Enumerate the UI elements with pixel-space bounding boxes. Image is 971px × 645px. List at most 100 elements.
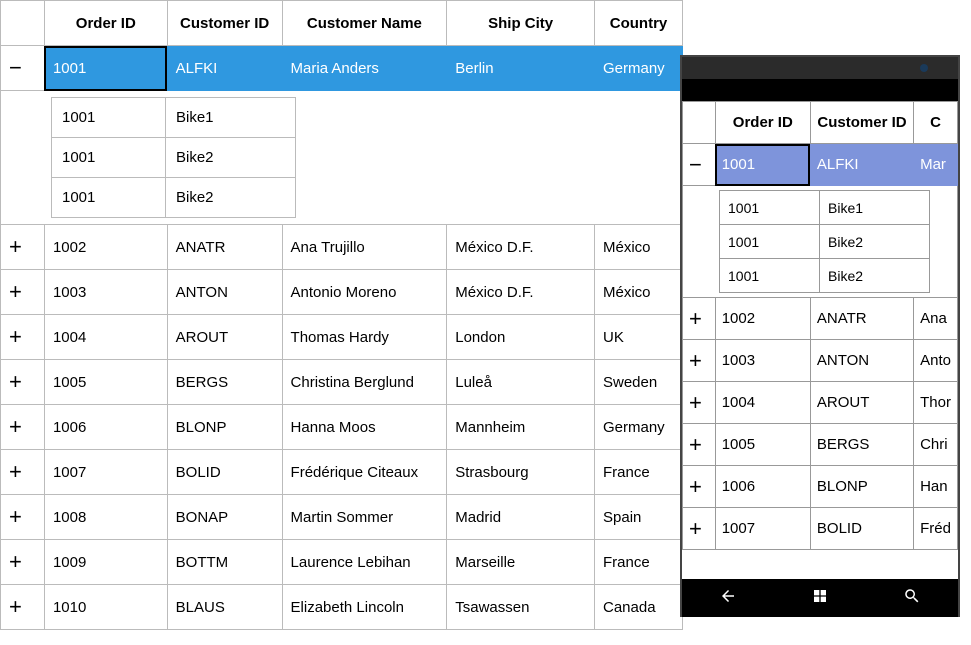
cell-customer-id[interactable]: ALFKI <box>167 46 282 91</box>
cell-ship-city[interactable]: Berlin <box>447 46 595 91</box>
cell-customer-name[interactable]: Antonio Moreno <box>282 270 447 315</box>
cell-order-id[interactable]: 1006 <box>715 466 810 508</box>
table-row[interactable]: +1005BERGSChristina BerglundLuleåSweden <box>1 360 683 405</box>
cell-customer-id[interactable]: BERGS <box>810 424 913 466</box>
cell-customer-name[interactable]: Christina Berglund <box>282 360 447 405</box>
cell-country[interactable]: Germany <box>595 46 683 91</box>
expand-icon[interactable]: + <box>1 495 45 540</box>
table-row[interactable]: +1010BLAUSElizabeth LincolnTsawassenCana… <box>1 585 683 630</box>
collapse-icon[interactable]: − <box>1 46 45 91</box>
expand-icon[interactable]: + <box>683 382 716 424</box>
cell-country[interactable]: UK <box>595 315 683 360</box>
detail-table-row[interactable]: 1001Bike2 <box>720 225 930 259</box>
cell-customer-name[interactable]: Anto <box>914 340 958 382</box>
cell-ship-city[interactable]: Luleå <box>447 360 595 405</box>
cell-order-id[interactable]: 1001 <box>715 144 810 186</box>
cell-ship-city[interactable]: Mannheim <box>447 405 595 450</box>
cell-order-id[interactable]: 1005 <box>715 424 810 466</box>
expand-icon[interactable]: + <box>1 405 45 450</box>
cell-customer-name[interactable]: Elizabeth Lincoln <box>282 585 447 630</box>
expand-icon[interactable]: + <box>1 540 45 585</box>
cell-country[interactable]: México <box>595 225 683 270</box>
detail-cell[interactable]: 1001 <box>720 191 820 225</box>
cell-ship-city[interactable]: Strasbourg <box>447 450 595 495</box>
cell-country[interactable]: France <box>595 540 683 585</box>
cell-customer-name[interactable]: Maria Anders <box>282 46 447 91</box>
cell-order-id[interactable]: 1002 <box>715 298 810 340</box>
collapse-icon[interactable]: − <box>683 144 716 186</box>
cell-customer-id[interactable]: BOLID <box>810 508 913 550</box>
cell-customer-id[interactable]: ALFKI <box>810 144 913 186</box>
table-row[interactable]: +1006BLONPHanna MoosMannheimGermany <box>1 405 683 450</box>
cell-order-id[interactable]: 1005 <box>44 360 167 405</box>
expand-icon[interactable]: + <box>1 270 45 315</box>
table-row[interactable]: +1004AROUTThomas HardyLondonUK <box>1 315 683 360</box>
cell-customer-name[interactable]: Ana <box>914 298 958 340</box>
cell-ship-city[interactable]: Marseille <box>447 540 595 585</box>
cell-ship-city[interactable]: London <box>447 315 595 360</box>
table-row[interactable]: +1006BLONPHan <box>683 466 958 508</box>
table-row[interactable]: +1002ANATRAna <box>683 298 958 340</box>
cell-customer-id[interactable]: BLONP <box>167 405 282 450</box>
cell-customer-id[interactable]: BONAP <box>167 495 282 540</box>
cell-order-id[interactable]: 1008 <box>44 495 167 540</box>
cell-customer-id[interactable]: ANATR <box>810 298 913 340</box>
cell-country[interactable]: México <box>595 270 683 315</box>
header-customer-id[interactable]: Customer ID <box>167 1 282 46</box>
cell-customer-name[interactable]: Martin Sommer <box>282 495 447 540</box>
back-icon[interactable] <box>719 587 737 609</box>
detail-cell[interactable]: Bike1 <box>820 191 930 225</box>
detail-cell[interactable]: 1001 <box>720 225 820 259</box>
cell-order-id[interactable]: 1010 <box>44 585 167 630</box>
phone-header-customer-id[interactable]: Customer ID <box>810 102 913 144</box>
cell-country[interactable]: Spain <box>595 495 683 540</box>
detail-table-row[interactable]: 1001Bike1 <box>52 98 296 138</box>
cell-customer-name[interactable]: Ana Trujillo <box>282 225 447 270</box>
cell-order-id[interactable]: 1001 <box>44 46 167 91</box>
cell-order-id[interactable]: 1003 <box>44 270 167 315</box>
cell-order-id[interactable]: 1004 <box>715 382 810 424</box>
detail-cell[interactable]: 1001 <box>52 178 166 218</box>
detail-table-row[interactable]: 1001Bike2 <box>52 178 296 218</box>
cell-ship-city[interactable]: México D.F. <box>447 225 595 270</box>
detail-cell[interactable]: Bike2 <box>820 259 930 293</box>
cell-customer-name[interactable]: Thor <box>914 382 958 424</box>
cell-customer-name[interactable]: Chri <box>914 424 958 466</box>
phone-header-order-id[interactable]: Order ID <box>715 102 810 144</box>
cell-country[interactable]: Sweden <box>595 360 683 405</box>
cell-order-id[interactable]: 1009 <box>44 540 167 585</box>
cell-customer-id[interactable]: BOTTM <box>167 540 282 585</box>
cell-customer-id[interactable]: BLONP <box>810 466 913 508</box>
cell-customer-name[interactable]: Thomas Hardy <box>282 315 447 360</box>
expand-icon[interactable]: + <box>1 360 45 405</box>
phone-header-customer-name[interactable]: C <box>914 102 958 144</box>
cell-customer-id[interactable]: ANTON <box>167 270 282 315</box>
cell-customer-name[interactable]: Frédérique Citeaux <box>282 450 447 495</box>
cell-customer-id[interactable]: AROUT <box>167 315 282 360</box>
expand-icon[interactable]: + <box>683 508 716 550</box>
cell-customer-id[interactable]: BOLID <box>167 450 282 495</box>
detail-cell[interactable]: 1001 <box>52 138 166 178</box>
table-row[interactable]: +1008BONAPMartin SommerMadridSpain <box>1 495 683 540</box>
table-row[interactable]: +1007BOLIDFréd <box>683 508 958 550</box>
expand-icon[interactable]: + <box>683 298 716 340</box>
table-row[interactable]: +1004AROUTThor <box>683 382 958 424</box>
cell-order-id[interactable]: 1007 <box>715 508 810 550</box>
cell-customer-name[interactable]: Laurence Lebihan <box>282 540 447 585</box>
detail-cell[interactable]: Bike2 <box>166 138 296 178</box>
detail-cell[interactable]: Bike2 <box>820 225 930 259</box>
cell-customer-name[interactable]: Han <box>914 466 958 508</box>
cell-customer-id[interactable]: ANATR <box>167 225 282 270</box>
expand-icon[interactable]: + <box>1 315 45 360</box>
expand-icon[interactable]: + <box>683 466 716 508</box>
cell-ship-city[interactable]: Tsawassen <box>447 585 595 630</box>
phone-data-grid[interactable]: Order ID Customer ID C −1001ALFKIMar1001… <box>682 101 958 550</box>
detail-table-row[interactable]: 1001Bike2 <box>52 138 296 178</box>
table-row[interactable]: +1009BOTTMLaurence LebihanMarseilleFranc… <box>1 540 683 585</box>
header-country[interactable]: Country <box>595 1 683 46</box>
header-customer-name[interactable]: Customer Name <box>282 1 447 46</box>
cell-customer-name[interactable]: Mar <box>914 144 958 186</box>
cell-ship-city[interactable]: México D.F. <box>447 270 595 315</box>
cell-order-id[interactable]: 1004 <box>44 315 167 360</box>
cell-customer-id[interactable]: ANTON <box>810 340 913 382</box>
